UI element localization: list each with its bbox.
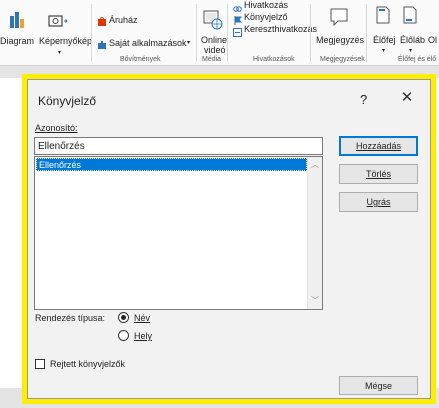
ribbon-separator: [227, 4, 228, 62]
sort-by-label: Rendezés típusa:: [35, 313, 106, 323]
ribbon-separator: [91, 4, 92, 62]
chevron-down-icon: ▾: [58, 50, 62, 56]
diagram-button[interactable]: Diagram: [0, 36, 34, 46]
chevron-down-icon: ▾: [187, 40, 191, 46]
screenshot-icon: [48, 14, 68, 33]
chevron-down-icon: ▾: [409, 48, 413, 54]
add-button-label: Hozzáadás: [355, 141, 402, 151]
goto-button[interactable]: Ugrás: [339, 192, 418, 212]
help-icon[interactable]: ?: [360, 92, 367, 107]
dialog-title: Könyvjelző: [38, 94, 97, 108]
cross-reference-icon: [233, 24, 242, 42]
store-icon: [97, 14, 107, 32]
my-addins-button[interactable]: Saját alkalmazások: [109, 38, 187, 48]
footer-icon: [403, 6, 417, 29]
comments-group-label: Megjegyzések: [320, 56, 365, 63]
chevron-down-icon: ▾: [382, 48, 386, 54]
ribbon-separator: [196, 4, 197, 62]
header-button[interactable]: Élőfej: [373, 35, 396, 45]
list-scrollbar[interactable]: ︿ ﹀: [307, 157, 322, 309]
close-icon[interactable]: ✕: [398, 89, 416, 107]
delete-button-label: Törlés: [365, 169, 391, 179]
links-group-label: Hivatkozások: [253, 56, 295, 63]
cross-reference-button[interactable]: Kereszthivatkozás: [244, 24, 317, 34]
hidden-bookmarks-checkbox[interactable]: [35, 359, 45, 369]
media-group-label: Média: [202, 56, 222, 63]
puzzle-icon: [97, 37, 107, 55]
addins-group-label: Bővítmények: [120, 56, 161, 63]
cancel-button[interactable]: Mégse: [339, 376, 418, 395]
comment-button[interactable]: Megjegyzés: [316, 35, 364, 45]
bookmark-button[interactable]: Könyvjelző: [244, 12, 288, 22]
online-video-line2[interactable]: videó: [204, 45, 226, 55]
goto-button-label: Ugrás: [366, 197, 391, 207]
store-button[interactable]: Áruház: [109, 15, 138, 25]
chart-icon: [9, 10, 25, 33]
sort-by-name-label[interactable]: Név: [134, 313, 150, 323]
delete-button[interactable]: Törlés: [339, 164, 418, 184]
bookmark-dialog: Könyvjelző ? ✕ Azonosító: Ellenőrzés ︿ ﹀…: [27, 79, 431, 399]
header-footer-group-label: Élőfej és élő: [398, 56, 437, 63]
cancel-button-label: Mégse: [364, 381, 392, 391]
sort-by-location-radio[interactable]: [118, 330, 129, 341]
scroll-up-icon[interactable]: ︿: [311, 161, 319, 169]
bookmark-list-item-selected[interactable]: Ellenőrzés: [36, 158, 307, 171]
footer-button[interactable]: Élőláb: [400, 35, 425, 45]
ribbon-separator: [366, 4, 367, 62]
sort-by-name-radio[interactable]: [118, 312, 129, 323]
comment-icon: [330, 8, 348, 31]
scroll-down-icon[interactable]: ﹀: [311, 297, 319, 305]
screenshot-button[interactable]: Képernyőkép: [39, 36, 92, 46]
online-video-line1[interactable]: Online: [201, 35, 227, 45]
hidden-bookmarks-label[interactable]: Rejtett könyvjelzők: [50, 359, 125, 369]
bookmark-list[interactable]: Ellenőrzés ︿ ﹀: [34, 156, 323, 310]
online-video-icon: [203, 9, 223, 36]
sort-by-location-label[interactable]: Hely: [134, 331, 152, 341]
add-button[interactable]: Hozzáadás: [339, 136, 418, 156]
page-number-button[interactable]: Ol: [428, 35, 437, 45]
link-button[interactable]: Hivatkozás: [244, 0, 288, 10]
header-icon: [376, 6, 390, 29]
bookmark-name-label: Azonosító:: [35, 123, 78, 133]
bookmark-name-label-text: Azonosító:: [35, 123, 78, 133]
bookmark-name-input[interactable]: [34, 137, 323, 155]
ribbon: Diagram Képernyőkép ▾ Áruház Saját alkal…: [0, 0, 439, 66]
ribbon-separator: [310, 4, 311, 62]
